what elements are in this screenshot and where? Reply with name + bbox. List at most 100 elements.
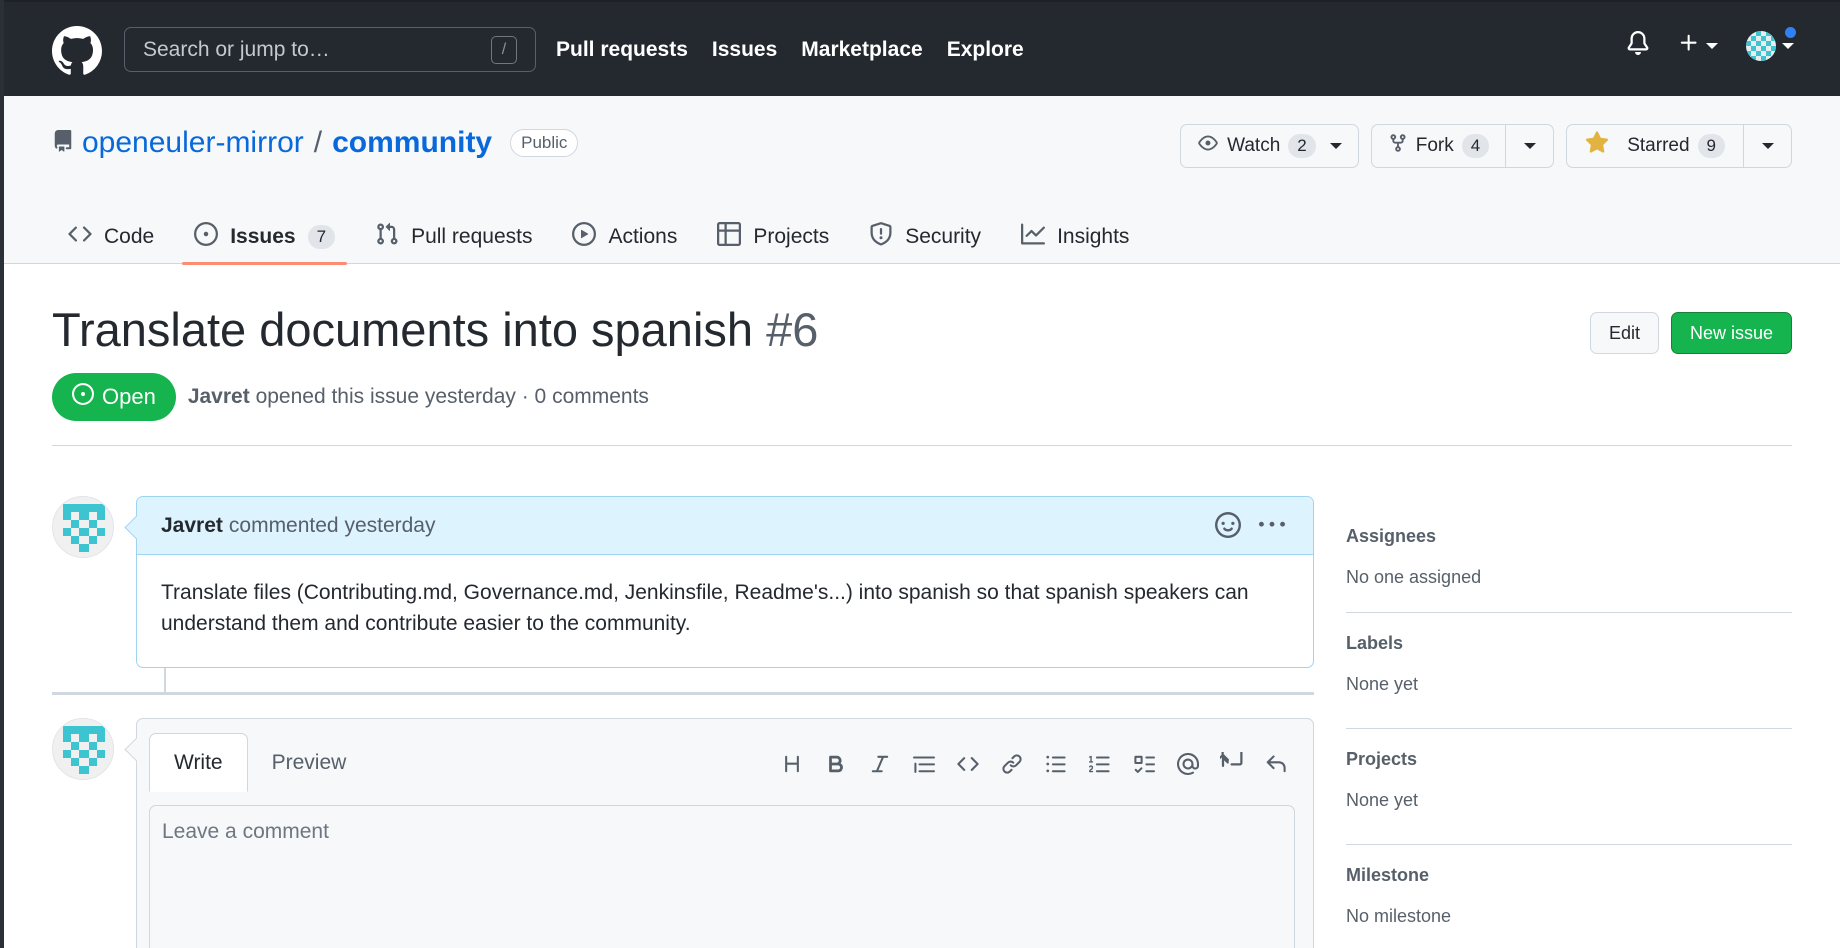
milestone-value: No milestone <box>1346 906 1452 926</box>
star-fill-icon <box>1585 131 1609 161</box>
tab-label: Code <box>104 225 155 248</box>
sidebar-labels: Labels None yet <box>1346 613 1792 729</box>
unstar-button[interactable]: Starred 9 <box>1567 125 1743 167</box>
comment-timestamp[interactable]: commented yesterday <box>229 514 436 538</box>
eye-icon <box>1197 133 1219 159</box>
repo-title: openeuler-mirror / community Public <box>52 126 579 160</box>
issue-title-actions: Edit New issue <box>1589 312 1792 354</box>
play-icon <box>572 222 597 252</box>
tab-label: Actions <box>608 225 678 248</box>
tab-label: Pull requests <box>411 225 533 248</box>
fork-dropdown-button[interactable] <box>1505 125 1553 167</box>
tab-security[interactable]: Security <box>857 210 993 264</box>
issue-meta-text: Javret opened this issue yesterday · 0 c… <box>188 385 649 409</box>
comment-author-avatar[interactable] <box>52 496 114 558</box>
milestone-heading[interactable]: Milestone <box>1346 865 1792 886</box>
issue-meta: Open Javret opened this issue yesterday … <box>52 373 649 421</box>
nav-issues[interactable]: Issues <box>712 38 777 62</box>
projects-heading[interactable]: Projects <box>1346 749 1792 770</box>
user-menu-button[interactable] <box>1746 25 1798 61</box>
code-icon <box>68 222 92 252</box>
current-user-avatar[interactable] <box>52 718 114 780</box>
issue-comment: Javret commented yesterday Translate fil… <box>136 496 1314 668</box>
issue-number: #6 <box>766 303 819 356</box>
tab-projects[interactable]: Projects <box>705 210 841 264</box>
tab-label: Security <box>905 225 982 248</box>
star-label: Starred <box>1627 135 1690 156</box>
bold-icon[interactable] <box>821 749 851 779</box>
issue-author-link[interactable]: Javret <box>188 385 250 408</box>
graph-icon <box>1021 222 1046 252</box>
fork-button[interactable]: Fork 4 <box>1372 125 1505 167</box>
tasklist-icon[interactable] <box>1129 749 1159 779</box>
git-pull-request-icon <box>375 222 399 252</box>
issues-count: 7 <box>307 225 336 249</box>
repo-tabs: Code Issues 7 Pull requests Actions Proj… <box>56 210 1157 265</box>
chevron-down-icon <box>1706 42 1718 49</box>
tab-label: Projects <box>753 225 830 248</box>
tab-write[interactable]: Write <box>149 733 248 792</box>
quote-icon[interactable] <box>909 749 939 779</box>
tab-code[interactable]: Code <box>56 210 166 264</box>
comment-body: Translate files (Contributing.md, Govern… <box>161 581 1249 635</box>
search-input[interactable] <box>143 37 491 62</box>
nav-pull-requests[interactable]: Pull requests <box>556 38 688 62</box>
smiley-icon[interactable] <box>1215 512 1241 544</box>
heading-icon[interactable] <box>777 749 807 779</box>
comment-header: Javret commented yesterday <box>137 497 1313 555</box>
assignees-heading[interactable]: Assignees <box>1346 526 1792 547</box>
labels-heading[interactable]: Labels <box>1346 633 1792 654</box>
nav-marketplace[interactable]: Marketplace <box>801 38 922 62</box>
tab-insights[interactable]: Insights <box>1009 210 1141 264</box>
watch-button-group: Watch 2 <box>1180 124 1359 168</box>
issue-meta-detail: opened this issue yesterday · 0 comments <box>255 385 649 408</box>
tab-preview[interactable]: Preview <box>248 733 371 792</box>
code-icon[interactable] <box>953 749 983 779</box>
nav-explore[interactable]: Explore <box>947 38 1024 62</box>
repo-path-separator: / <box>313 126 323 159</box>
repo-icon <box>52 128 74 159</box>
issue-state-badge: Open <box>52 373 176 421</box>
star-list-dropdown-button[interactable] <box>1743 125 1791 167</box>
issue-state-label: Open <box>102 384 156 409</box>
star-button-group: Starred 9 <box>1566 124 1792 168</box>
composer-tabs: Write Preview <box>149 733 370 792</box>
kebab-horizontal-icon[interactable] <box>1259 512 1285 544</box>
plus-icon <box>1678 32 1700 59</box>
issue-opened-icon <box>72 383 94 411</box>
comment-author-link[interactable]: Javret <box>161 514 223 538</box>
header-divider <box>52 445 1792 446</box>
header-right <box>1626 25 1798 61</box>
reply-icon[interactable] <box>1261 749 1291 779</box>
repo-name-link[interactable]: community <box>332 126 492 160</box>
create-new-button[interactable] <box>1678 32 1718 59</box>
top-nav: Pull requests Issues Marketplace Explore <box>556 38 1024 62</box>
link-icon[interactable] <box>997 749 1027 779</box>
cross-reference-icon[interactable] <box>1217 749 1247 779</box>
global-header: / Pull requests Issues Marketplace Explo… <box>4 2 1840 96</box>
repo-forked-icon <box>1388 133 1408 159</box>
fork-count: 4 <box>1461 134 1490 158</box>
edit-title-button[interactable]: Edit <box>1589 312 1659 354</box>
notifications-button[interactable] <box>1626 30 1650 61</box>
tab-pull-requests[interactable]: Pull requests <box>363 210 544 264</box>
tab-issues[interactable]: Issues 7 <box>182 210 347 265</box>
new-comment-form: Write Preview <box>136 718 1314 948</box>
visibility-badge: Public <box>510 129 579 157</box>
unordered-list-icon[interactable] <box>1041 749 1071 779</box>
search-box[interactable]: / <box>124 27 536 72</box>
fork-button-group: Fork 4 <box>1370 124 1555 168</box>
comment-textarea[interactable] <box>149 805 1295 948</box>
mention-icon[interactable] <box>1173 749 1203 779</box>
new-issue-button[interactable]: New issue <box>1670 312 1792 354</box>
italic-icon[interactable] <box>865 749 895 779</box>
issue-opened-icon <box>194 222 219 252</box>
sidebar-projects: Projects None yet <box>1346 729 1792 845</box>
ordered-list-icon[interactable] <box>1085 749 1115 779</box>
tab-label: Issues <box>230 225 296 248</box>
watch-button[interactable]: Watch 2 <box>1181 125 1358 167</box>
issue-title: Translate documents into spanish #6 <box>52 302 818 357</box>
tab-actions[interactable]: Actions <box>560 210 689 264</box>
github-logo-icon[interactable] <box>52 26 102 76</box>
repo-owner-link[interactable]: openeuler-mirror <box>82 126 304 160</box>
